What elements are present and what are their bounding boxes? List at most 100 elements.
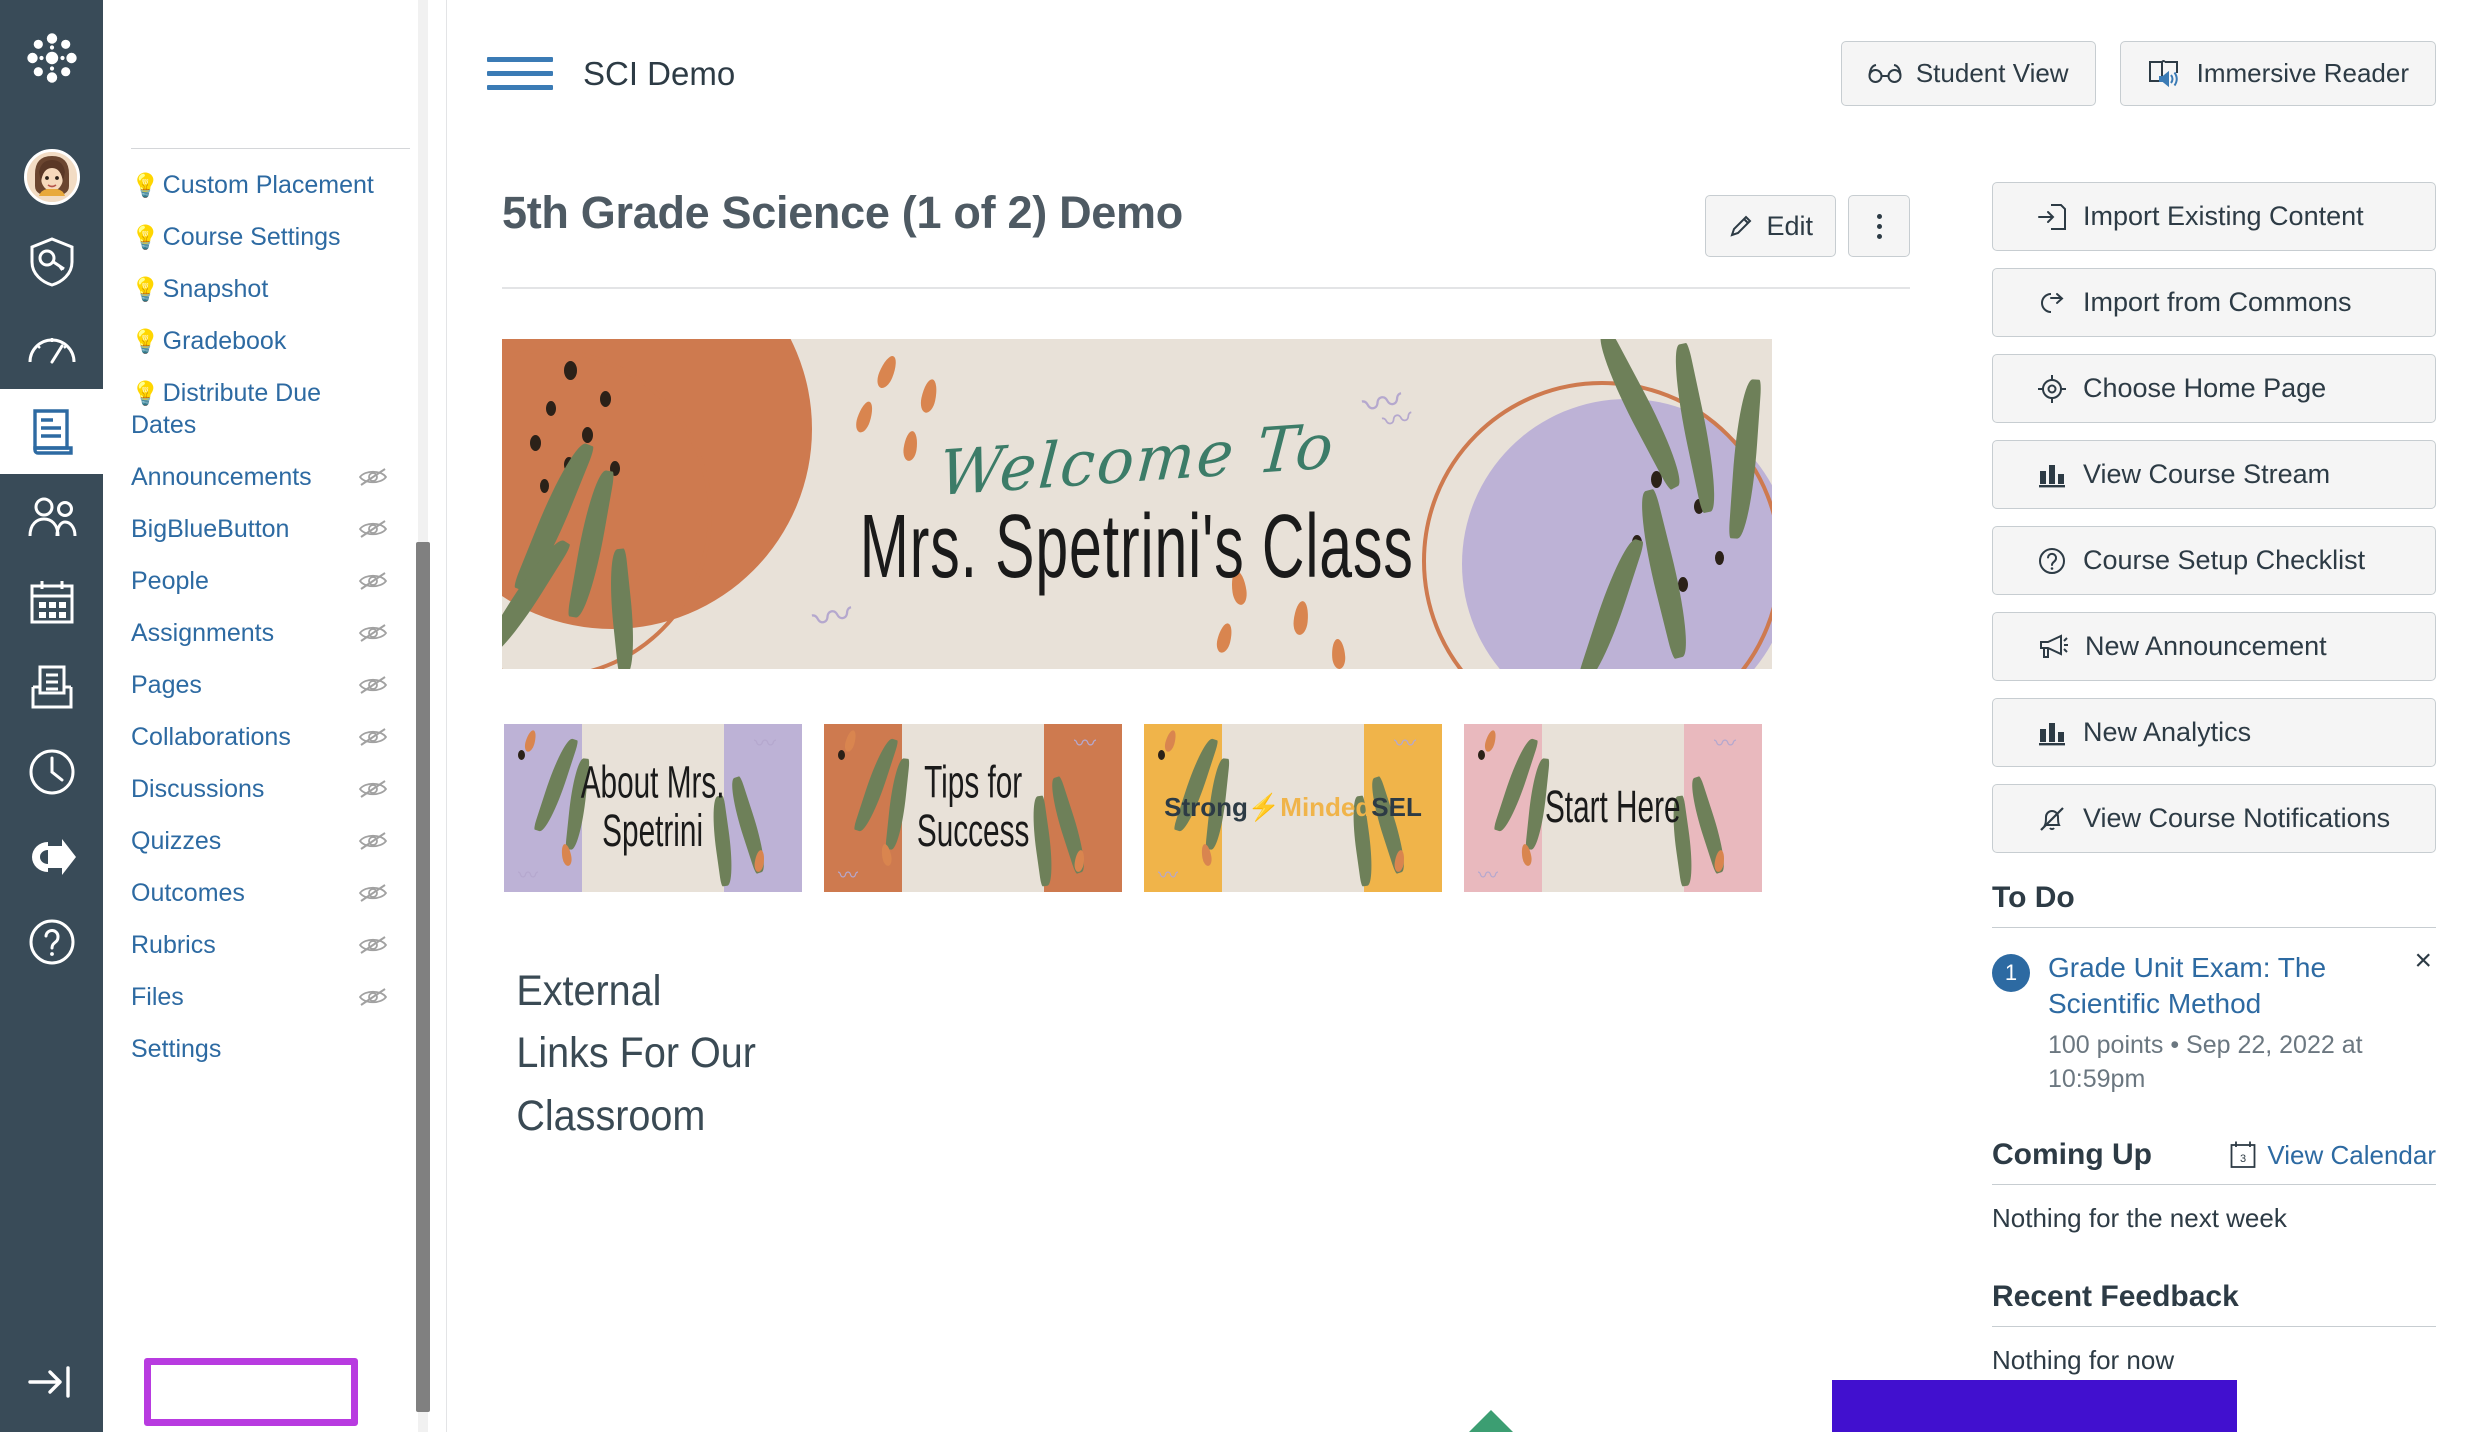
immersive-reader-icon [2147, 59, 2183, 89]
course-nav-item-files[interactable]: Files [103, 971, 446, 1023]
course-nav-item-announcements[interactable]: Announcements [103, 451, 446, 503]
global-nav-item-dashboard[interactable] [0, 304, 103, 389]
global-nav-item-courses[interactable] [0, 389, 103, 474]
course-nav-link[interactable]: Discussions [131, 775, 264, 803]
course-nav-item-assignments[interactable]: Assignments [103, 607, 446, 659]
todo-link[interactable]: Grade Unit Exam: The Scientific Method [2048, 950, 2436, 1023]
target-icon [2037, 374, 2067, 404]
thumbnail-dot [838, 750, 845, 760]
course-nav-link[interactable]: Collaborations [131, 723, 291, 751]
thumbnail-card[interactable]: 〰〰 About Mrs. Spetrini [504, 724, 802, 892]
course-nav-link[interactable]: Course Settings [163, 223, 341, 251]
course-nav-link[interactable]: Quizzes [131, 827, 221, 855]
course-nav-item-outcomes[interactable]: Outcomes [103, 867, 446, 919]
hidden-from-students-icon [358, 778, 388, 800]
collapse-global-nav-button[interactable] [0, 1332, 103, 1432]
global-nav-item-admin[interactable] [0, 219, 103, 304]
sel-word-sel: SEL [1371, 792, 1422, 823]
lightbulb-icon: 💡 [131, 380, 160, 406]
global-nav-item-calendar[interactable] [0, 559, 103, 644]
todo-dismiss-button[interactable]: × [2414, 946, 2432, 976]
new-analytics-button[interactable]: New Analytics [1992, 698, 2436, 767]
global-nav-item-groups[interactable] [0, 474, 103, 559]
course-nav-link[interactable]: Settings [131, 1035, 221, 1063]
view-calendar-link[interactable]: 3 View Calendar [2229, 1140, 2436, 1171]
lightning-icon: ⚡ [1247, 792, 1281, 823]
course-nav-item-custom-placement[interactable]: 💡 Custom Placement [103, 159, 446, 211]
canvas-logo-icon[interactable] [24, 30, 80, 86]
course-nav-item-distribute-due-dates[interactable]: 💡 Distribute Due Dates [103, 367, 446, 451]
course-nav-link[interactable]: People [131, 567, 209, 595]
sel-word-minded: Minded [1280, 792, 1372, 823]
global-nav-item-inbox[interactable] [0, 644, 103, 729]
course-nav-item-people[interactable]: People [103, 555, 446, 607]
course-title: SCI Demo [583, 54, 736, 92]
view-course-stream-button[interactable]: View Course Stream [1992, 440, 2436, 509]
import-existing-content-button[interactable]: Import Existing Content [1992, 182, 2436, 251]
hidden-from-students-icon [358, 726, 388, 748]
course-nav-item-snapshot[interactable]: 💡 Snapshot [103, 263, 446, 315]
hidden-from-students-icon [358, 882, 388, 904]
course-nav-item-gradebook[interactable]: 💡 Gradebook [103, 315, 446, 367]
bell-muted-icon [2037, 804, 2067, 834]
student-view-label: Student View [1915, 58, 2069, 88]
course-nav-list: 💡 Custom Placement 💡 Course Settings 💡 Snapsh… [103, 159, 446, 1075]
thumbnail-squiggle: 〰 [753, 732, 776, 757]
course-nav-item-discussions[interactable]: Discussions [103, 763, 446, 815]
thumbnail-card[interactable]: 〰〰 Strong⚡MindedSEL [1144, 724, 1442, 892]
choose-home-page-button[interactable]: Choose Home Page [1992, 354, 2436, 423]
sidebar-button-label: New Announcement [2085, 631, 2327, 661]
course-nav-item-pages[interactable]: Pages [103, 659, 446, 711]
course-setup-checklist-button[interactable]: Course Setup Checklist [1992, 526, 2436, 595]
course-nav-link[interactable]: BigBlueButton [131, 515, 289, 543]
immersive-reader-label: Immersive Reader [2196, 58, 2409, 88]
global-nav-item-help[interactable] [0, 899, 103, 984]
hidden-from-students-icon [358, 674, 388, 696]
lightbulb-icon: 💡 [131, 224, 160, 250]
student-view-button[interactable]: Student View [1840, 41, 2096, 106]
hidden-from-students-icon [358, 466, 388, 488]
thumbnail-card[interactable]: 〰〰 Start Here [1464, 724, 1762, 892]
lightbulb-icon: 💡 [131, 172, 160, 198]
more-options-button[interactable] [1848, 195, 1910, 257]
calendar-icon [27, 577, 77, 627]
lightbulb-icon: 💡 [131, 328, 160, 354]
kebab-dot [1876, 233, 1882, 239]
coming-up-heading: Coming Up 3 View Calendar [1992, 1138, 2436, 1172]
course-nav-item-quizzes[interactable]: Quizzes [103, 815, 446, 867]
course-nav-item-rubrics[interactable]: Rubrics [103, 919, 446, 971]
thumbnail-dot [1478, 750, 1485, 760]
course-nav-link[interactable]: Outcomes [131, 879, 245, 907]
course-nav-item-collaborations[interactable]: Collaborations [103, 711, 446, 763]
course-nav-link[interactable]: Custom Placement [163, 171, 374, 199]
course-nav-link[interactable]: Gradebook [163, 327, 287, 355]
course-nav-scrollbar-thumb[interactable] [416, 542, 430, 1412]
sel-logo: Strong⚡MindedSEL [1164, 794, 1422, 821]
global-nav-item-account[interactable] [0, 134, 103, 219]
global-nav-item-history[interactable] [0, 729, 103, 814]
course-nav-link[interactable]: Snapshot [163, 275, 269, 303]
import-from-commons-button[interactable]: Import from Commons [1992, 268, 2436, 337]
global-nav-item-commons[interactable] [0, 814, 103, 899]
course-nav-item-settings[interactable]: Settings [103, 1023, 446, 1075]
edit-button[interactable]: Edit [1705, 195, 1836, 257]
course-nav-item-course-settings[interactable]: 💡 Course Settings [103, 211, 446, 263]
course-nav-item-bigbluebutton[interactable]: BigBlueButton [103, 503, 446, 555]
avatar [23, 148, 80, 205]
inbox-icon [27, 663, 77, 711]
coming-up-empty-text: Nothing for the next week [1992, 1203, 2287, 1234]
welcome-banner-image[interactable]: 〰 〰 〰 Welcome To Mrs. Spetrini's Class [502, 339, 1772, 669]
purple-content-block [1832, 1380, 2237, 1432]
main-content: 5th Grade Science (1 of 2) Demo Edit 〰 〰… [447, 147, 2237, 1432]
new-announcement-button[interactable]: New Announcement [1992, 612, 2436, 681]
view-course-notifications-button[interactable]: View Course Notifications [1992, 784, 2436, 853]
thumbnail-card[interactable]: 〰〰 Tips for Success [824, 724, 1122, 892]
course-nav-link[interactable]: Assignments [131, 619, 274, 647]
course-nav-link[interactable]: Pages [131, 671, 202, 699]
immersive-reader-button[interactable]: Immersive Reader [2119, 41, 2436, 106]
course-nav-link[interactable]: Files [131, 983, 184, 1011]
course-nav-link[interactable]: Rubrics [131, 931, 216, 959]
course-nav-link[interactable]: Announcements [131, 463, 312, 491]
calendar-icon: 3 [2229, 1140, 2257, 1170]
course-nav-menu-toggle[interactable] [487, 57, 553, 90]
